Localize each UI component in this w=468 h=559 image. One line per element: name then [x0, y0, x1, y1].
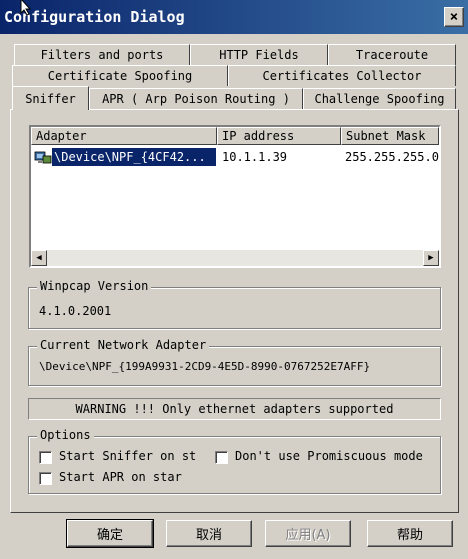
options-group: Options Start Sniffer on st Don't use Pr… [28, 428, 441, 494]
adapter-list[interactable]: Adapter IP address Subnet Mask \Device\N… [29, 125, 441, 268]
tab-challenge-spoofing[interactable]: Challenge Spoofing [303, 88, 456, 109]
winpcap-version-label: Winpcap Version [37, 279, 152, 293]
start-apr-checkbox[interactable] [39, 472, 52, 485]
tab-apr[interactable]: APR ( Arp Poison Routing ) [89, 88, 303, 109]
close-icon: × [449, 9, 459, 25]
start-apr-label[interactable]: Start APR on star [59, 470, 193, 484]
column-header-adapter[interactable]: Adapter [31, 127, 217, 145]
tab-http-fields[interactable]: HTTP Fields [190, 44, 328, 65]
title-bar[interactable]: Configuration Dialog × [0, 0, 468, 34]
winpcap-version-group: Winpcap Version 4.1.0.2001 [28, 279, 441, 329]
cancel-button[interactable]: 取消 [166, 520, 252, 547]
start-sniffer-checkbox[interactable] [39, 451, 52, 464]
current-adapter-label: Current Network Adapter [37, 338, 210, 352]
subnet-mask-cell: 255.255.255.0 [345, 150, 439, 164]
options-label: Options [37, 428, 94, 442]
current-adapter-value: \Device\NPF_{199A9931-2CD9-4E5D-8990-076… [39, 360, 371, 373]
tab-sniffer[interactable]: Sniffer [12, 86, 89, 110]
ip-address-cell: 10.1.1.39 [222, 150, 288, 164]
start-sniffer-label[interactable]: Start Sniffer on st [59, 449, 205, 463]
tab-certificates-collector[interactable]: Certificates Collector [228, 65, 456, 86]
column-header-ip-address[interactable]: IP address [217, 127, 341, 145]
no-promiscuous-checkbox[interactable] [215, 451, 228, 464]
mouse-pointer-icon [20, 0, 32, 16]
tab-traceroute[interactable]: Traceroute [328, 44, 456, 65]
horizontal-scrollbar[interactable]: ◀ ▶ [31, 250, 439, 266]
scroll-right-button[interactable]: ▶ [423, 250, 439, 266]
arrow-right-icon: ▶ [428, 253, 434, 263]
apply-button[interactable]: 应用(A) [265, 520, 351, 547]
winpcap-version-value: 4.1.0.2001 [39, 304, 112, 318]
adapter-cell[interactable]: \Device\NPF_{4CF42... [52, 148, 216, 166]
ok-button[interactable]: 确定 [66, 519, 154, 548]
arrow-left-icon: ◀ [36, 253, 42, 263]
network-adapter-icon [34, 151, 52, 164]
warning-box: WARNING !!! Only ethernet adapters suppo… [28, 398, 441, 420]
no-promiscuous-label[interactable]: Don't use Promiscuous mode [235, 449, 435, 463]
help-button[interactable]: 帮助 [367, 520, 453, 547]
current-adapter-group: Current Network Adapter \Device\NPF_{199… [28, 338, 441, 386]
close-button[interactable]: × [444, 7, 464, 27]
warning-text: WARNING !!! Only ethernet adapters suppo… [75, 402, 394, 416]
scroll-left-button[interactable]: ◀ [31, 250, 47, 266]
tab-certificate-spoofing[interactable]: Certificate Spoofing [12, 65, 228, 86]
tab-filters-and-ports[interactable]: Filters and ports [14, 44, 190, 65]
column-header-subnet-mask[interactable]: Subnet Mask [341, 127, 439, 145]
